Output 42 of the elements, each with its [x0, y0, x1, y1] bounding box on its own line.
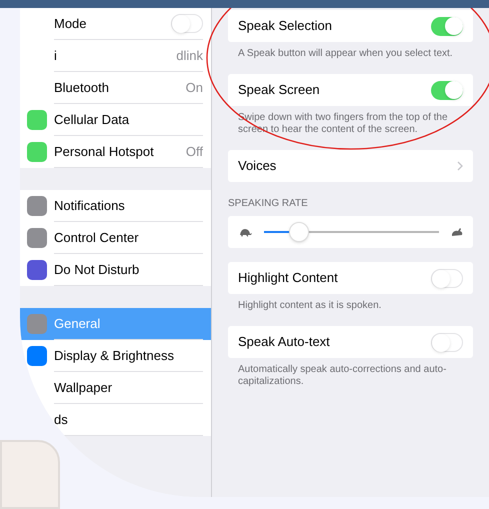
setting-description: Automatically speak auto-corrections and auto-capitalizations.: [237, 363, 448, 388]
sidebar-label: ds: [54, 410, 69, 429]
toggle-switch[interactable]: [431, 332, 463, 352]
setting-label: Speak Screen: [238, 81, 321, 100]
slider-thumb[interactable]: [289, 222, 309, 242]
sidebar-item[interactable]: ds: [20, 404, 211, 436]
setting-value: dlink: [176, 46, 203, 65]
toggle-switch[interactable]: [171, 14, 203, 33]
setting-label: Speak Selection: [238, 17, 333, 36]
sidebar-label[interactable]: Control Center: [54, 228, 203, 248]
sidebar-label: Display & Brightness: [54, 346, 175, 365]
setting-value: Off: [186, 142, 203, 161]
speaking-rate-slider[interactable]: [228, 216, 473, 248]
setting-value: On: [186, 78, 203, 97]
sidebar-label[interactable]: Mode: [54, 14, 171, 34]
hare-icon: [451, 228, 463, 236]
setting-description: Highlight content as it is spoken.: [237, 299, 382, 312]
setting-row[interactable]: Voices: [228, 150, 473, 182]
sidebar-item[interactable]: Display & Brightness: [20, 340, 211, 372]
setting-label: Voices: [238, 157, 278, 176]
sidebar-label[interactable]: Cellular Data: [54, 110, 203, 130]
toggle-switch[interactable]: [431, 16, 463, 36]
setting-row[interactable]: Speak Selection: [228, 10, 473, 42]
sidebar-label[interactable]: Do Not Disturb: [54, 260, 203, 280]
setting-row[interactable]: Speak Auto-text: [228, 326, 473, 358]
sidebar-label: General: [54, 314, 102, 333]
setting-label: Highlight Content: [238, 269, 339, 288]
sidebar-label[interactable]: Notifications: [54, 196, 203, 216]
toggle-switch[interactable]: [431, 80, 463, 100]
sidebar-label[interactable]: i: [54, 46, 176, 66]
toggle-switch[interactable]: [431, 268, 463, 288]
setting-label: Speak Auto-text: [238, 333, 331, 352]
setting-description: A Speak button will appear when you select text.: [237, 47, 454, 60]
setting-row[interactable]: Speak Screen: [228, 74, 473, 106]
sidebar-label[interactable]: Personal Hotspot: [54, 142, 186, 162]
setting-row[interactable]: Highlight Content: [228, 262, 473, 294]
section-header: SPEAKING RATE: [228, 197, 309, 211]
sidebar-item[interactable]: Wallpaper: [20, 372, 211, 404]
sidebar-label: Wallpaper: [54, 378, 114, 397]
chevron-icon: [457, 161, 463, 171]
sidebar-label[interactable]: Bluetooth: [54, 78, 186, 98]
turtle-icon: [238, 228, 252, 236]
